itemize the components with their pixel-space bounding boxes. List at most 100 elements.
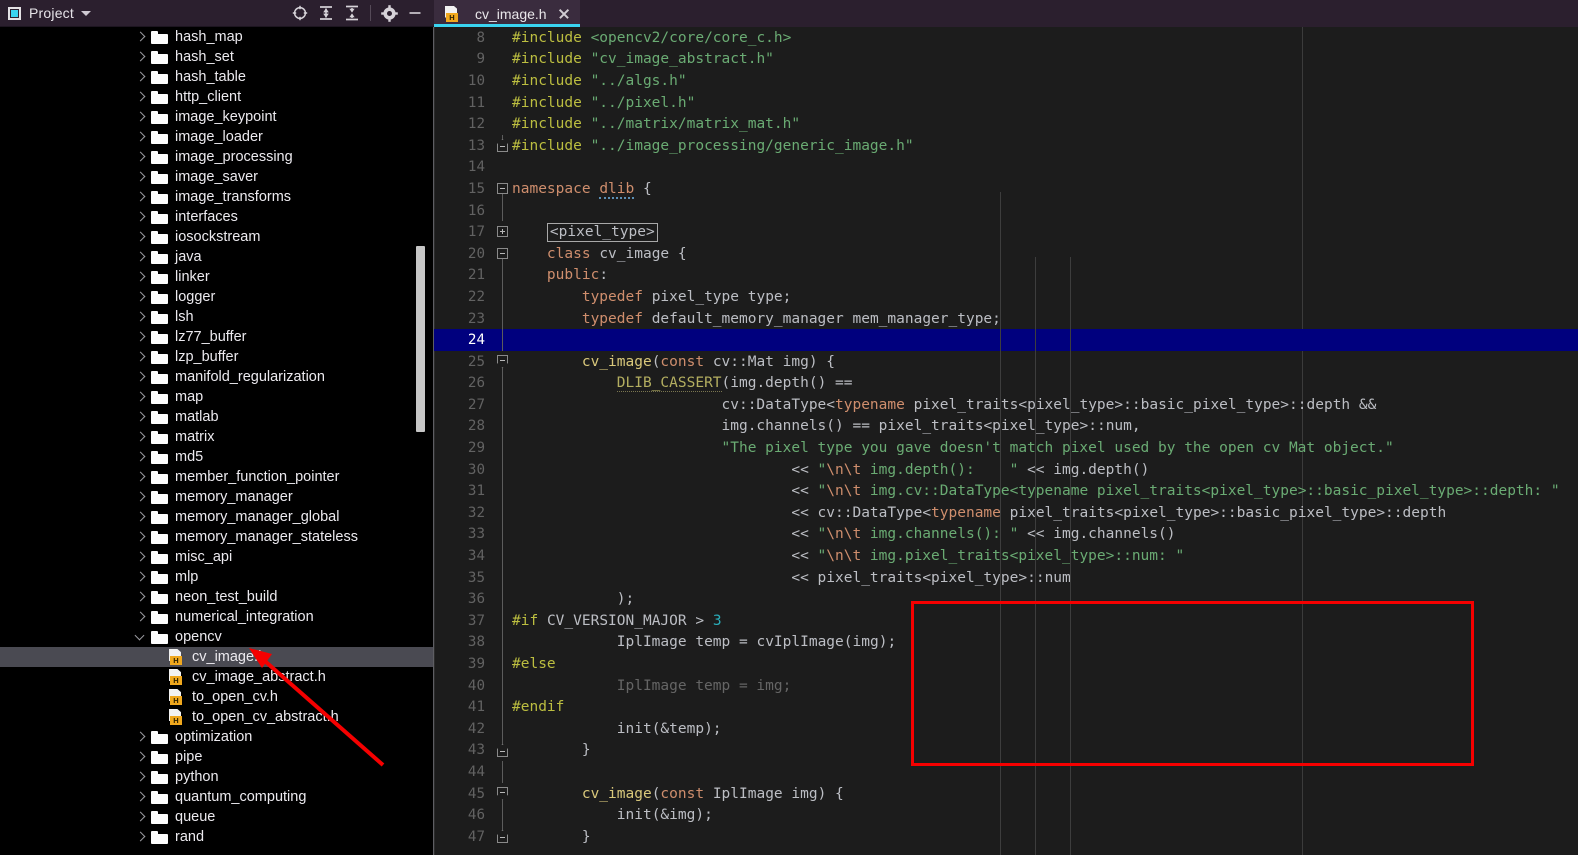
chevron-right-icon[interactable] (134, 31, 147, 44)
code-line-15[interactable]: 15 namespace dlib { (434, 178, 1578, 200)
fold-gutter[interactable] (494, 70, 512, 92)
fold-gutter[interactable] (494, 199, 512, 222)
expand-all-icon[interactable] (313, 0, 339, 26)
code-line-21[interactable]: 21 public: (434, 264, 1578, 287)
tree-folder-memory_manager[interactable]: memory_manager (0, 487, 434, 507)
code-line-27[interactable]: 27 cv::DataType<typename pixel_traits<pi… (434, 394, 1578, 416)
fold-gutter[interactable] (494, 113, 512, 135)
line-number[interactable]: 41 (434, 699, 494, 715)
chevron-right-icon[interactable] (134, 251, 147, 264)
fold-gutter[interactable] (494, 588, 512, 611)
tree-folder-member_function_pointer[interactable]: member_function_pointer (0, 467, 434, 487)
chevron-right-icon[interactable] (134, 551, 147, 564)
line-number[interactable]: 14 (434, 159, 494, 175)
code-lines[interactable]: 8 #include <opencv2/core/core_c.h> 9 #inclu… (434, 27, 1578, 848)
line-number[interactable]: 43 (434, 742, 494, 758)
line-number[interactable]: 29 (434, 440, 494, 456)
project-tree-scrollbar[interactable] (416, 246, 425, 432)
chevron-right-icon[interactable] (134, 131, 147, 144)
tree-file-to_open_cv_abstract.h[interactable]: to_open_cv_abstract.h (0, 707, 434, 727)
code-line-31[interactable]: 31 << "\n\t img.cv::DataType<typename pi… (434, 480, 1578, 503)
chevron-right-icon[interactable] (134, 391, 147, 404)
fold-collapse-icon[interactable] (497, 354, 508, 368)
chevron-right-icon[interactable] (134, 531, 147, 544)
code-line-17[interactable]: 17 <pixel_type> (434, 221, 1578, 243)
chevron-right-icon[interactable] (134, 571, 147, 584)
fold-gutter[interactable] (494, 92, 512, 114)
fold-gutter[interactable] (494, 49, 512, 71)
code-line-12[interactable]: 12 #include "../matrix/matrix_mat.h" (434, 113, 1578, 135)
line-number[interactable]: 38 (434, 634, 494, 650)
tree-folder-lzp_buffer[interactable]: lzp_buffer (0, 347, 434, 367)
code-line-8[interactable]: 8 #include <opencv2/core/core_c.h> (434, 27, 1578, 49)
tree-folder-manifold_regularization[interactable]: manifold_regularization (0, 367, 434, 387)
fold-expand-icon[interactable] (497, 226, 508, 238)
line-number[interactable]: 23 (434, 311, 494, 327)
fold-gutter[interactable] (494, 178, 512, 200)
chevron-right-icon[interactable] (134, 291, 147, 304)
code-line-39[interactable]: 39 #else (434, 653, 1578, 675)
line-number[interactable]: 20 (434, 246, 494, 262)
line-number[interactable]: 26 (434, 375, 494, 391)
fold-gutter[interactable] (494, 394, 512, 416)
tree-folder-image_keypoint[interactable]: image_keypoint (0, 107, 434, 127)
code-line-43[interactable]: 43 } (434, 739, 1578, 762)
line-number[interactable]: 35 (434, 570, 494, 586)
tree-folder-mlp[interactable]: mlp (0, 567, 434, 587)
fold-gutter[interactable] (494, 351, 512, 373)
fold-gutter[interactable] (494, 264, 512, 287)
line-number[interactable]: 34 (434, 548, 494, 564)
tree-folder-image_transforms[interactable]: image_transforms (0, 187, 434, 207)
code-line-41[interactable]: 41 #endif (434, 696, 1578, 718)
tree-folder-iosockstream[interactable]: iosockstream (0, 227, 434, 247)
line-number[interactable]: 27 (434, 397, 494, 413)
fold-gutter[interactable] (494, 329, 512, 351)
code-line-29[interactable]: 29 "The pixel type you gave doesn't matc… (434, 437, 1578, 459)
tree-folder-misc_api[interactable]: misc_api (0, 547, 434, 567)
code-line-11[interactable]: 11 #include "../pixel.h" (434, 92, 1578, 114)
chevron-right-icon[interactable] (134, 411, 147, 424)
code-line-46[interactable]: 46 init(&img); (434, 804, 1578, 826)
chevron-right-icon[interactable] (134, 91, 147, 104)
line-number[interactable]: 47 (434, 829, 494, 845)
tree-file-to_open_cv.h[interactable]: to_open_cv.h (0, 687, 434, 707)
fold-gutter[interactable] (494, 523, 512, 546)
chevron-right-icon[interactable] (134, 471, 147, 484)
fold-gutter[interactable] (494, 653, 512, 675)
code-line-9[interactable]: 9 #include "cv_image_abstract.h" (434, 49, 1578, 71)
tree-folder-hash_table[interactable]: hash_table (0, 67, 434, 87)
tree-folder-matrix[interactable]: matrix (0, 427, 434, 447)
line-number[interactable]: 31 (434, 483, 494, 499)
line-number[interactable]: 8 (434, 30, 494, 46)
code-line-10[interactable]: 10 #include "../algs.h" (434, 70, 1578, 92)
code-line-33[interactable]: 33 << "\n\t img.channels(): " << img.cha… (434, 523, 1578, 546)
collapse-all-icon[interactable] (339, 0, 365, 26)
code-line-35[interactable]: 35 << pixel_traits<pixel_type>::num (434, 566, 1578, 589)
code-line-44[interactable]: 44 (434, 761, 1578, 783)
tree-folder-hash_set[interactable]: hash_set (0, 47, 434, 67)
tree-folder-queue[interactable]: queue (0, 807, 434, 827)
chevron-right-icon[interactable] (134, 331, 147, 344)
line-number[interactable]: 39 (434, 656, 494, 672)
line-number[interactable]: 15 (434, 181, 494, 197)
fold-gutter[interactable] (494, 739, 512, 762)
fold-collapse-icon[interactable] (497, 247, 508, 259)
chevron-right-icon[interactable] (134, 271, 147, 284)
tree-folder-numerical_integration[interactable]: numerical_integration (0, 607, 434, 627)
tree-folder-optimization[interactable]: optimization (0, 727, 434, 747)
chevron-right-icon[interactable] (134, 71, 147, 84)
code-line-28[interactable]: 28 img.channels() == pixel_traits<pixel_… (434, 415, 1578, 438)
fold-gutter[interactable] (494, 545, 512, 567)
code-line-34[interactable]: 34 << "\n\t img.pixel_traits<pixel_type>… (434, 545, 1578, 567)
tree-folder-md5[interactable]: md5 (0, 447, 434, 467)
tree-folder-image_processing[interactable]: image_processing (0, 147, 434, 167)
code-line-36[interactable]: 36 ); (434, 588, 1578, 611)
chevron-right-icon[interactable] (134, 151, 147, 164)
line-number[interactable]: 25 (434, 354, 494, 370)
tree-folder-python[interactable]: python (0, 767, 434, 787)
code-line-47[interactable]: 47 } (434, 825, 1578, 848)
line-number[interactable]: 32 (434, 505, 494, 521)
line-number[interactable]: 12 (434, 116, 494, 132)
line-number[interactable]: 28 (434, 418, 494, 434)
code-line-22[interactable]: 22 typedef pixel_type type; (434, 286, 1578, 308)
